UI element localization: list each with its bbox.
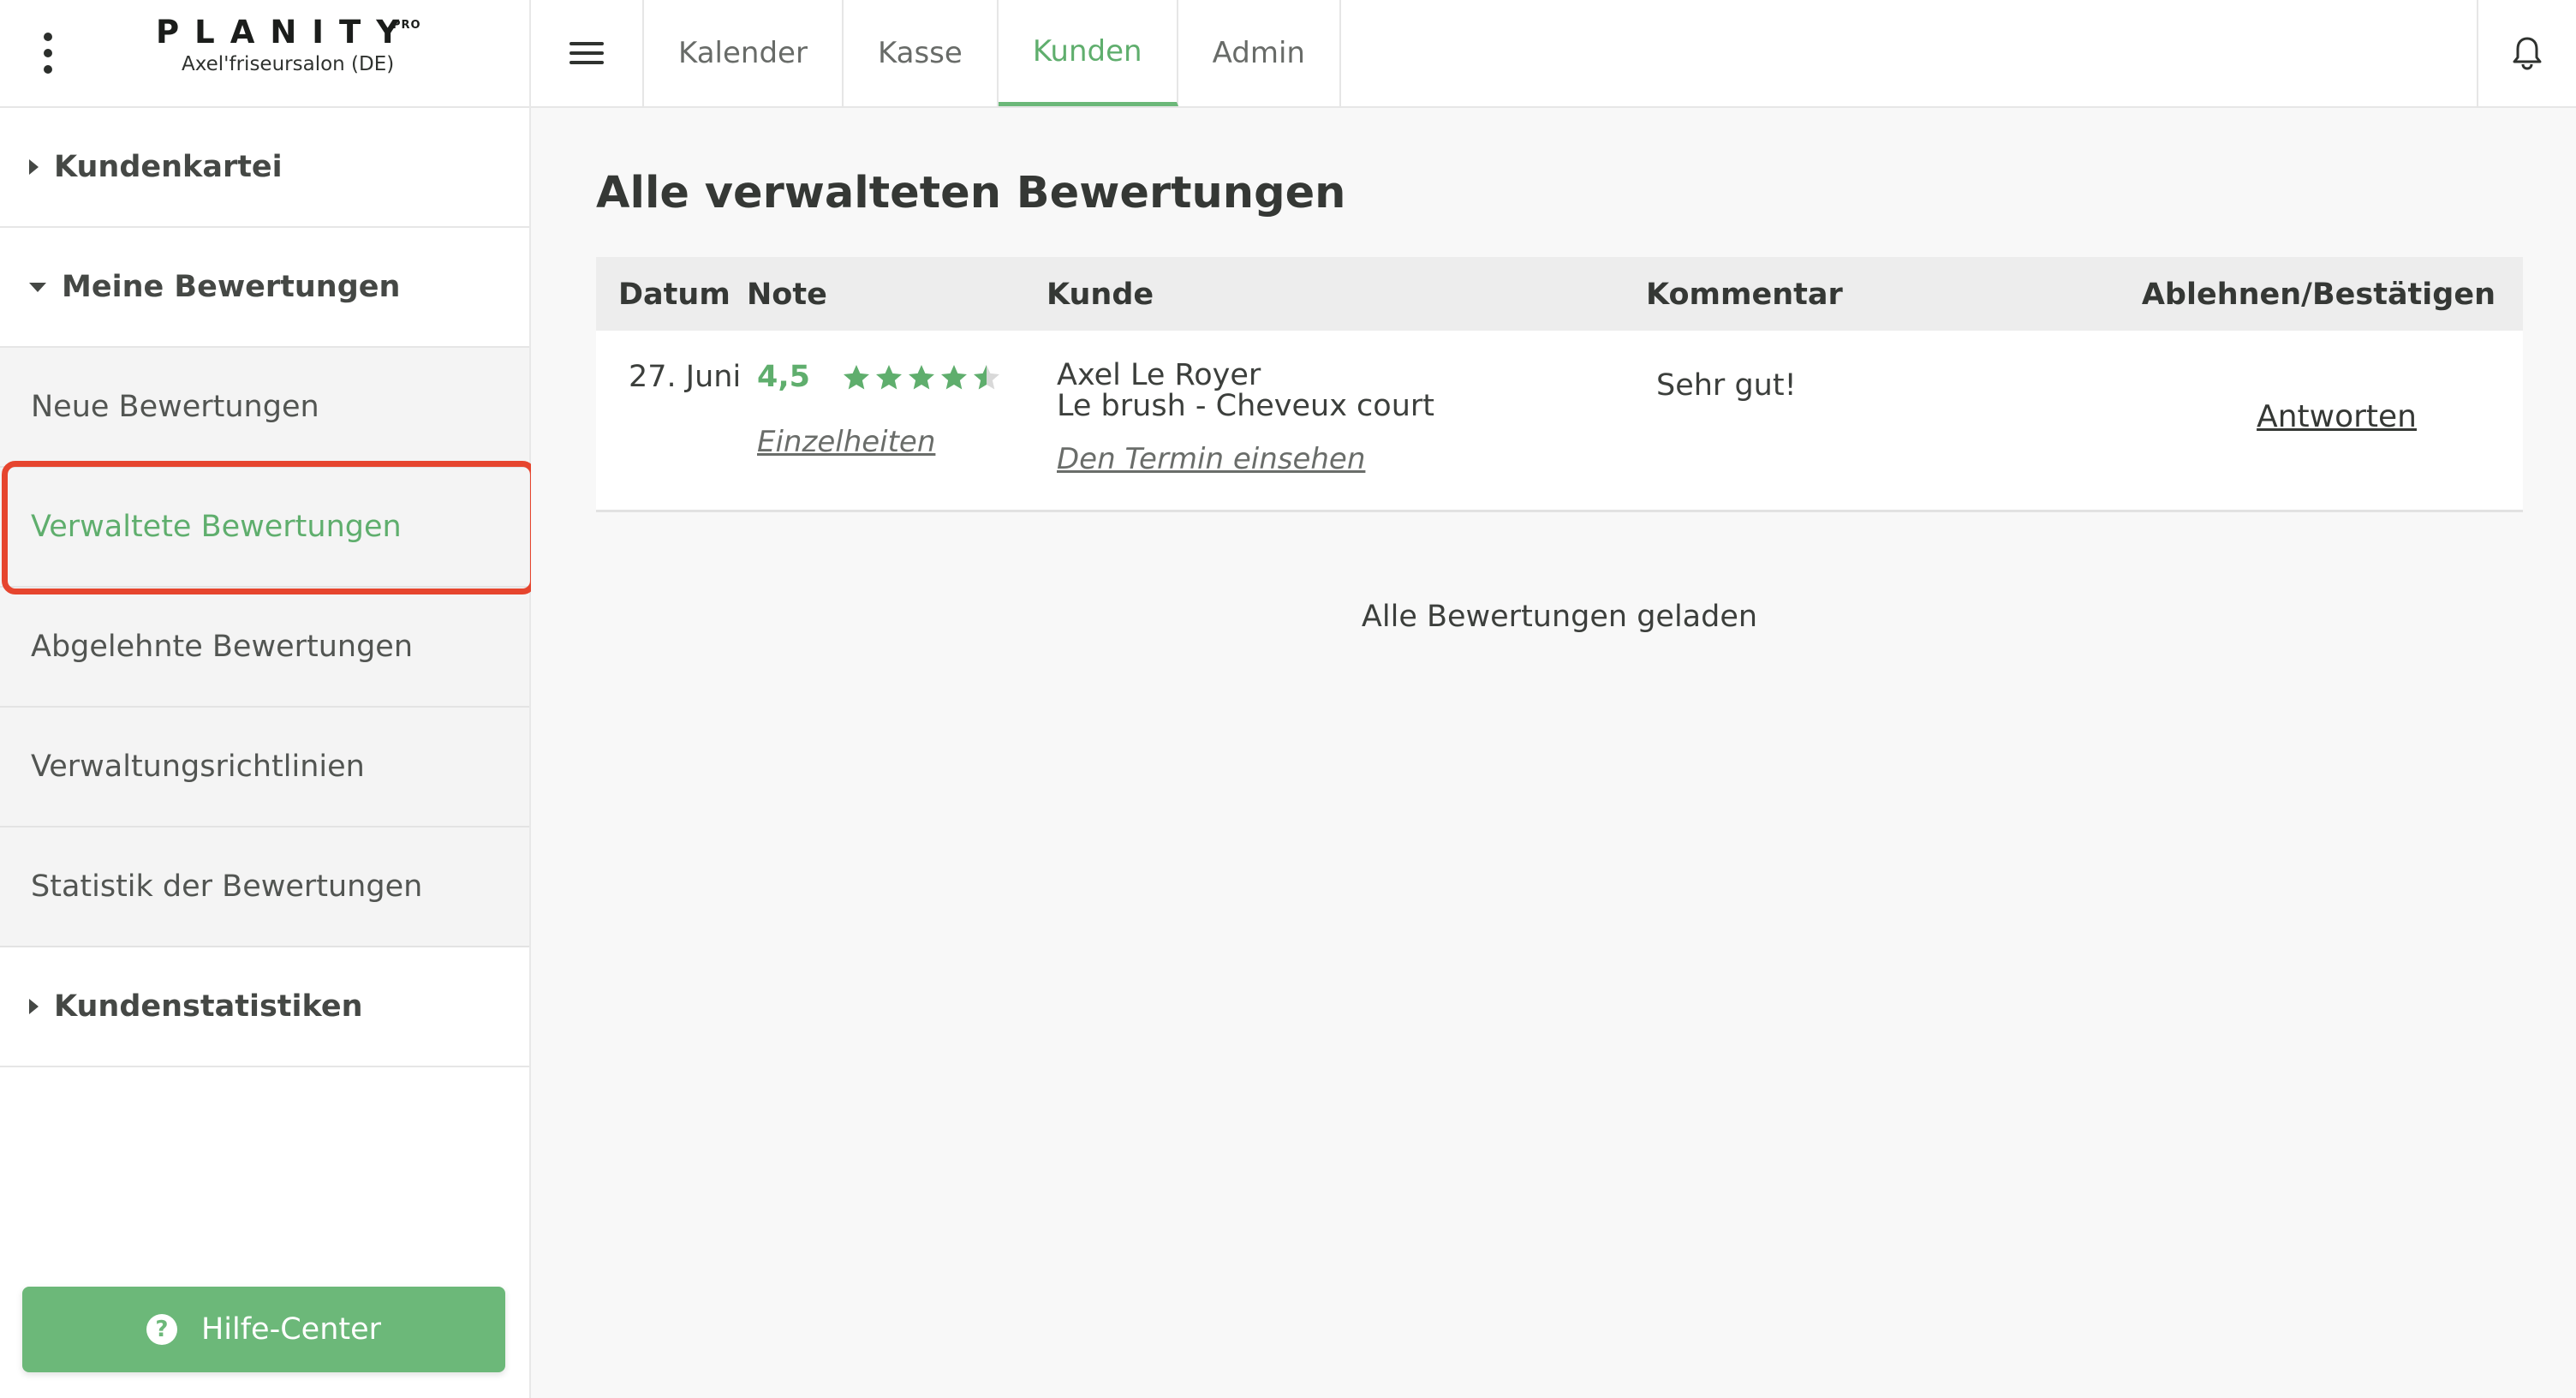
loaded-status: Alle Bewertungen geladen bbox=[1361, 600, 1758, 634]
more-options-icon[interactable] bbox=[39, 33, 57, 74]
sidebar: PLANITY PRO Axel'friseursalon (DE) Kunde… bbox=[0, 0, 536, 1398]
sidebar-item-verwaltete-bewertungen[interactable]: Verwaltete Bewertungen bbox=[0, 468, 529, 588]
reply-button[interactable]: Antworten bbox=[2257, 399, 2417, 434]
sidebar-section-kundenstatistiken[interactable]: Kundenstatistiken bbox=[0, 947, 529, 1067]
column-comment: Kommentar bbox=[1646, 278, 1843, 312]
column-note: Note bbox=[747, 278, 827, 312]
caret-right-icon bbox=[29, 159, 39, 175]
table-header: Datum Note Kunde Kommentar Ablehnen/Best… bbox=[596, 257, 2523, 331]
customer-name: Axel Le Royer bbox=[1057, 358, 1261, 392]
sidebar-section-meine-bewertungen[interactable]: Meine Bewertungen bbox=[0, 228, 529, 348]
help-center-button[interactable]: ? Hilfe-Center bbox=[22, 1287, 505, 1372]
tab-admin[interactable]: Admin bbox=[1178, 0, 1341, 106]
column-date: Datum bbox=[618, 278, 730, 312]
star-icon bbox=[876, 365, 903, 390]
sidebar-item-verwaltungsrichtlinien[interactable]: Verwaltungsrichtlinien bbox=[0, 708, 529, 827]
sidebar-item-statistik[interactable]: Statistik der Bewertungen bbox=[0, 827, 529, 947]
page-title: Alle verwalteten Bewertungen bbox=[596, 168, 1346, 218]
column-action: Ablehnen/Bestätigen bbox=[2141, 278, 2496, 312]
main-content: Alle verwalteten Bewertungen Datum Note … bbox=[531, 108, 2576, 1398]
question-icon: ? bbox=[146, 1314, 177, 1345]
appointment-link[interactable]: Den Termin einsehen bbox=[1057, 442, 1365, 476]
star-rating bbox=[840, 362, 1003, 393]
star-icon bbox=[844, 365, 870, 390]
rating-value: 4,5 bbox=[757, 360, 811, 394]
star-icon bbox=[941, 365, 968, 390]
caret-right-icon bbox=[29, 999, 39, 1014]
bell-icon bbox=[2513, 37, 2542, 70]
star-icon bbox=[909, 365, 935, 390]
tab-kasse[interactable]: Kasse bbox=[844, 0, 999, 106]
planity-logo: PLANITY PRO bbox=[156, 14, 421, 51]
review-rating: 4,5 bbox=[757, 360, 1003, 394]
review-date: 27. Juni bbox=[629, 360, 742, 394]
caret-down-icon bbox=[29, 282, 46, 292]
sidebar-section-kundenkartei[interactable]: Kundenkartei bbox=[0, 108, 529, 228]
service-name: Le brush - Cheveux court bbox=[1057, 389, 1435, 423]
reviews-table: Datum Note Kunde Kommentar Ablehnen/Best… bbox=[596, 257, 2523, 512]
details-link[interactable]: Einzelheiten bbox=[757, 425, 935, 459]
sidebar-item-abgelehnte-bewertungen[interactable]: Abgelehnte Bewertungen bbox=[0, 588, 529, 708]
brand-header: PLANITY PRO Axel'friseursalon (DE) bbox=[0, 0, 529, 108]
menu-button[interactable] bbox=[531, 0, 644, 106]
customer-info: Axel Le Royer Le brush - Cheveux court bbox=[1057, 360, 1434, 421]
tab-kunden[interactable]: Kunden bbox=[998, 0, 1178, 106]
column-customer: Kunde bbox=[1046, 278, 1154, 312]
review-comment: Sehr gut! bbox=[1656, 368, 1797, 403]
hamburger-icon bbox=[569, 42, 604, 64]
table-row: 27. Juni 4,5 Einzelheiten Axel Le Royer … bbox=[596, 331, 2523, 512]
salon-name: Axel'friseursalon (DE) bbox=[182, 53, 395, 75]
sidebar-item-neue-bewertungen[interactable]: Neue Bewertungen bbox=[0, 348, 529, 468]
half-star-icon bbox=[974, 365, 1000, 390]
notifications-button[interactable] bbox=[2477, 0, 2576, 106]
main-tabs: Kalender Kasse Kunden Admin bbox=[644, 0, 1341, 106]
top-bar: Kalender Kasse Kunden Admin bbox=[531, 0, 2576, 108]
tab-kalender[interactable]: Kalender bbox=[644, 0, 844, 106]
